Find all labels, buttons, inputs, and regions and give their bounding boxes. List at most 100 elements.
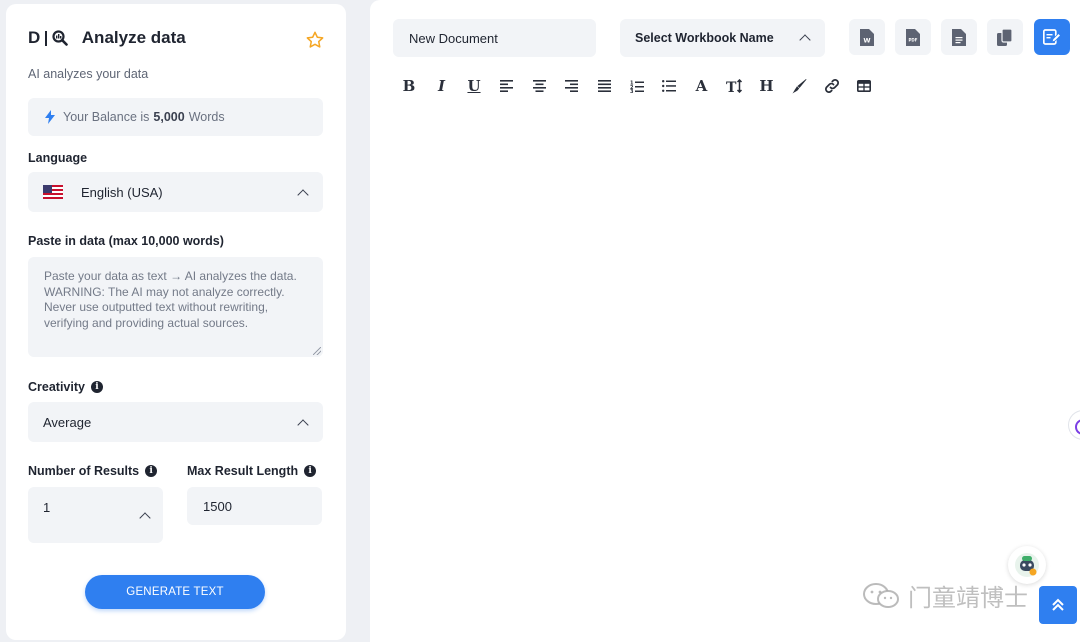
document-icon: [952, 28, 966, 46]
justify-icon: [597, 80, 611, 92]
generate-button[interactable]: GENERATE TEXT: [85, 575, 265, 609]
document-name-input[interactable]: New Document: [393, 19, 596, 57]
results-label-text: Number of Results: [28, 464, 140, 478]
format-toolbar: B I U 123 A T H: [398, 75, 886, 97]
creativity-label: Creativity i: [28, 380, 103, 394]
justify-button[interactable]: [593, 75, 615, 97]
italic-button[interactable]: I: [431, 75, 453, 97]
language-value: English (USA): [81, 184, 163, 200]
info-icon[interactable]: i: [304, 465, 317, 477]
lightning-icon: [45, 110, 55, 124]
page-title: Analyze data: [81, 28, 186, 47]
side-panel-tab[interactable]: [1068, 410, 1080, 440]
unordered-list-button[interactable]: [658, 75, 680, 97]
save-document-button[interactable]: [1034, 19, 1070, 55]
watermark: 门童靖博士: [862, 578, 1028, 613]
language-label-text: Language: [28, 151, 88, 165]
textarea-placeholder: Paste your data as text → AI analyzes th…: [44, 269, 297, 330]
word-file-icon: W: [860, 28, 874, 46]
balance-amount: 5,000: [153, 110, 185, 124]
italic-icon: I: [437, 77, 446, 95]
heading-icon: H: [759, 77, 774, 95]
text-export-button[interactable]: [941, 19, 977, 55]
results-label: Number of Results i: [28, 464, 158, 478]
language-label: Language: [28, 151, 87, 165]
link-icon: [824, 79, 839, 93]
svg-text:PDF: PDF: [909, 37, 918, 42]
language-select[interactable]: English (USA): [28, 172, 323, 212]
font-size-button[interactable]: T: [723, 75, 745, 97]
us-flag-icon: [43, 185, 63, 199]
results-stepper[interactable]: 1: [28, 487, 163, 543]
chevron-up-icon[interactable]: [139, 512, 151, 524]
editor-panel: New Document Select Workbook Name W PDF …: [370, 0, 1080, 642]
align-center-button[interactable]: [528, 75, 550, 97]
creativity-value: Average: [43, 414, 92, 430]
underline-icon: U: [467, 77, 481, 95]
creativity-label-text: Creativity: [28, 380, 85, 394]
chevron-up-icon: [297, 419, 309, 431]
results-value: 1: [43, 500, 51, 515]
scroll-to-top-button[interactable]: [1039, 586, 1077, 624]
document-name-value: New Document: [409, 30, 498, 46]
watermark-text: 门童靖博士: [908, 584, 1028, 612]
wechat-icon: [863, 582, 899, 608]
max-length-input[interactable]: 1500: [187, 487, 322, 525]
align-center-icon: [532, 80, 546, 92]
info-icon[interactable]: i: [90, 381, 103, 393]
copy-icon: [997, 28, 1013, 46]
heading-button[interactable]: H: [756, 75, 778, 97]
bold-icon: B: [402, 77, 416, 95]
align-right-button[interactable]: [561, 75, 583, 97]
pdf-export-button[interactable]: PDF: [895, 19, 931, 55]
table-button[interactable]: [853, 75, 875, 97]
highlighter-button[interactable]: [788, 75, 810, 97]
ordered-list-button[interactable]: 123: [626, 75, 648, 97]
workbook-select[interactable]: Select Workbook Name: [620, 19, 825, 57]
app-logo[interactable]: D: [28, 28, 68, 48]
unordered-list-icon: [662, 80, 676, 92]
link-button[interactable]: [821, 75, 843, 97]
paste-label: Paste in data (max 10,000 words): [28, 234, 224, 248]
page-subtitle: AI analyzes your data: [28, 67, 149, 81]
bold-button[interactable]: B: [398, 75, 420, 97]
align-left-icon: [500, 80, 513, 92]
copy-button[interactable]: [987, 19, 1023, 55]
logo-divider: [45, 30, 47, 46]
ordered-list-icon: 123: [630, 80, 644, 93]
svg-text:3: 3: [630, 89, 634, 93]
data-textarea[interactable]: Paste your data as text → AI analyzes th…: [28, 257, 323, 357]
word-export-button[interactable]: W: [849, 19, 885, 55]
logo-letter: D: [28, 28, 41, 47]
chevron-up-icon: [297, 189, 309, 201]
title-row: D Analyze data: [28, 28, 186, 48]
balance-box: Your Balance is 5,000 Words: [28, 98, 323, 136]
table-icon: [857, 80, 871, 92]
balance-prefix: Your Balance is: [63, 110, 150, 124]
font-size-icon: T: [726, 79, 742, 93]
magnifier-icon: [52, 30, 68, 46]
paste-label-text: Paste in data (max 10,000 words): [28, 234, 224, 248]
chevron-up-icon: [799, 34, 811, 46]
balance-unit: Words: [188, 110, 225, 124]
highlighter-icon: [792, 78, 806, 93]
edit-document-icon: [1043, 29, 1061, 45]
align-right-icon: [565, 80, 578, 92]
font-color-button[interactable]: A: [691, 75, 713, 97]
creativity-select[interactable]: Average: [28, 402, 323, 442]
double-chevron-up-icon: [1052, 598, 1064, 611]
robot-avatar-icon: [1015, 553, 1039, 577]
info-icon[interactable]: i: [145, 465, 158, 477]
align-left-button[interactable]: [496, 75, 518, 97]
font-color-icon: A: [695, 77, 708, 95]
svg-text:T: T: [726, 80, 737, 93]
workbook-select-value: Select Workbook Name: [635, 31, 774, 45]
resize-handle-icon[interactable]: [313, 347, 321, 355]
max-length-label-text: Max Result Length: [187, 464, 299, 478]
underline-button[interactable]: U: [463, 75, 485, 97]
max-length-label: Max Result Length i: [187, 464, 317, 478]
pdf-file-icon: PDF: [906, 28, 920, 46]
svg-text:W: W: [863, 36, 870, 44]
left-panel: D Analyze data AI analyzes your data You…: [6, 4, 346, 640]
favorite-star-icon[interactable]: [305, 30, 325, 50]
